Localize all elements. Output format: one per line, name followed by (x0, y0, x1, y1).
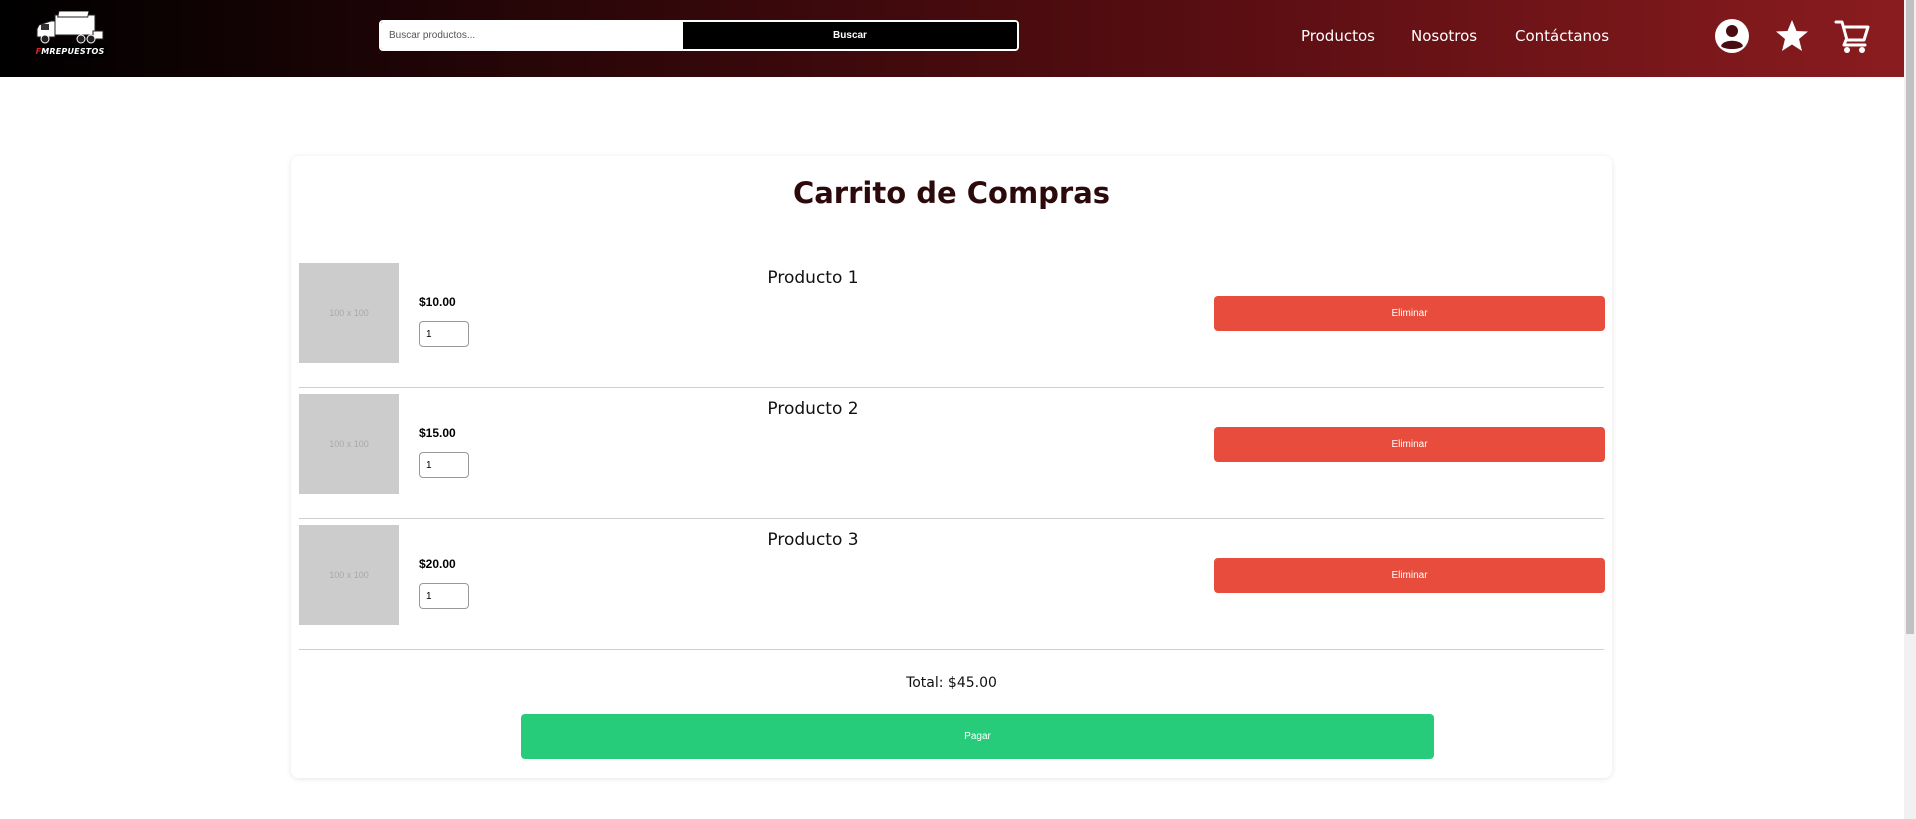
product-price: $20.00 (419, 557, 456, 571)
product-name: Producto 1 (767, 268, 859, 288)
quantity-input[interactable] (419, 321, 469, 347)
nav-link-nosotros[interactable]: Nosotros (1411, 27, 1477, 45)
search-input[interactable] (381, 22, 683, 49)
cart-item: 100 x 100 Producto 3 $20.00 Eliminar (299, 519, 1605, 650)
product-price: $15.00 (419, 426, 456, 440)
user-account-icon[interactable] (1713, 17, 1751, 55)
star-icon[interactable] (1773, 17, 1811, 55)
shopping-cart-icon[interactable] (1833, 17, 1871, 55)
product-price: $10.00 (419, 295, 456, 309)
brand-logo[interactable]: FMREPUESTOS (33, 10, 107, 57)
cart-card: Carrito de Compras 100 x 100 Producto 1 … (291, 156, 1612, 778)
remove-item-button[interactable]: Eliminar (1214, 296, 1605, 331)
brand-name: FMREPUESTOS (33, 46, 107, 57)
scrollbar-thumb[interactable] (1906, 0, 1914, 634)
nav-link-productos[interactable]: Productos (1301, 27, 1375, 45)
product-image: 100 x 100 (299, 263, 399, 363)
pay-button[interactable]: Pagar (521, 714, 1434, 759)
cart-total: Total: $45.00 (906, 675, 997, 691)
nav-link-contactanos[interactable]: Contáctanos (1515, 27, 1609, 45)
quantity-input[interactable] (419, 452, 469, 478)
product-name: Producto 2 (767, 399, 859, 419)
cart-item: 100 x 100 Producto 2 $15.00 Eliminar (299, 388, 1605, 519)
product-image: 100 x 100 (299, 525, 399, 625)
truck-logo-icon (36, 10, 104, 44)
product-image: 100 x 100 (299, 394, 399, 494)
page-scrollbar[interactable] (1904, 0, 1916, 819)
cart-item: 100 x 100 Producto 1 $10.00 Eliminar (299, 257, 1605, 388)
page-title: Carrito de Compras (792, 176, 1111, 210)
quantity-input[interactable] (419, 583, 469, 609)
remove-item-button[interactable]: Eliminar (1214, 558, 1605, 593)
site-header: FMREPUESTOS Buscar Productos Nosotros Co… (0, 0, 1904, 77)
search-button[interactable]: Buscar (683, 22, 1017, 49)
remove-item-button[interactable]: Eliminar (1214, 427, 1605, 462)
product-name: Producto 3 (767, 530, 859, 550)
search-bar: Buscar (379, 20, 1019, 51)
